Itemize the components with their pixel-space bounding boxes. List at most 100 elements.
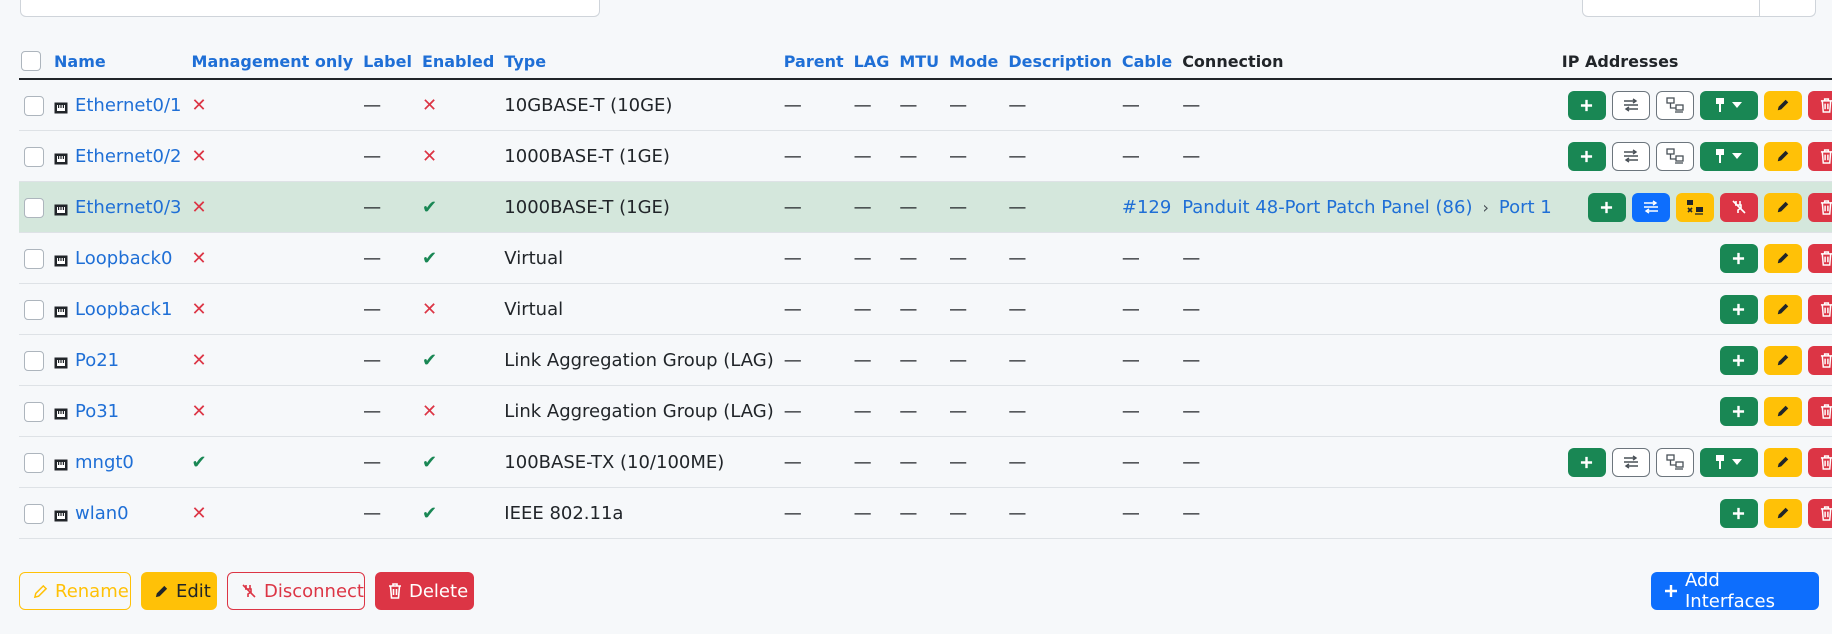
interface-name-link[interactable]: Po31: [75, 401, 119, 422]
edit-row-button[interactable]: [1763, 294, 1802, 324]
row-select[interactable]: [19, 130, 49, 182]
table-config-button-group[interactable]: [1582, 0, 1816, 17]
delete-row-button[interactable]: [1807, 396, 1832, 426]
add-ip-button[interactable]: [1567, 447, 1606, 477]
delete-row-button[interactable]: [1807, 294, 1832, 324]
cell-lag: —: [848, 79, 895, 131]
rename-button[interactable]: Rename: [19, 572, 131, 610]
row-select[interactable]: [19, 232, 49, 284]
interface-name-link[interactable]: Ethernet0/1: [75, 95, 182, 116]
interface-name-link[interactable]: Po21: [75, 350, 119, 371]
delete-row-button[interactable]: [1807, 192, 1832, 222]
interface-name-link[interactable]: Loopback1: [75, 299, 172, 320]
mark-not-connected-button[interactable]: [1675, 192, 1714, 222]
connect-console-button[interactable]: [1655, 141, 1694, 171]
disconnect-button[interactable]: Disconnect: [227, 572, 365, 610]
header-type[interactable]: Type: [499, 44, 779, 80]
header-cable[interactable]: Cable: [1116, 44, 1178, 80]
row-select[interactable]: [19, 436, 49, 488]
edit-row-button[interactable]: [1763, 192, 1802, 222]
row-checkbox[interactable]: [24, 350, 44, 371]
edit-row-button[interactable]: [1763, 345, 1802, 375]
row-select[interactable]: [19, 487, 49, 539]
row-checkbox[interactable]: [24, 197, 44, 218]
delete-row-button[interactable]: [1807, 243, 1832, 273]
row-select[interactable]: [19, 334, 49, 386]
trace-button[interactable]: [1611, 90, 1650, 120]
interface-name-link[interactable]: wlan0: [75, 503, 129, 524]
connection-value: —: [1182, 247, 1201, 269]
add-ip-button[interactable]: [1567, 90, 1606, 120]
header-management-only[interactable]: Management only: [186, 44, 359, 80]
header-mtu[interactable]: MTU: [894, 44, 945, 80]
cell-connection: Panduit 48-Port Patch Panel (86) › Port 1: [1177, 181, 1557, 233]
cell-cable: —: [1116, 385, 1178, 437]
row-checkbox[interactable]: [24, 248, 44, 269]
row-checkbox[interactable]: [24, 299, 44, 320]
edit-row-button[interactable]: [1763, 90, 1802, 120]
header-mode[interactable]: Mode: [944, 44, 1004, 80]
label-value: —: [363, 145, 382, 167]
add-ip-button[interactable]: [1587, 192, 1626, 222]
add-ip-button[interactable]: [1719, 243, 1758, 273]
connected-port-link[interactable]: Port 1: [1499, 197, 1552, 218]
trace-icon: [1622, 455, 1640, 469]
row-checkbox[interactable]: [24, 95, 44, 116]
delete-row-button[interactable]: [1807, 447, 1832, 477]
edit-button[interactable]: Edit: [141, 572, 217, 610]
row-checkbox[interactable]: [24, 146, 44, 167]
cable-link[interactable]: #129: [1122, 197, 1171, 218]
row-select[interactable]: [19, 181, 49, 233]
interface-name-link[interactable]: Loopback0: [75, 248, 172, 269]
search-input[interactable]: [20, 0, 600, 17]
header-parent[interactable]: Parent: [778, 44, 849, 80]
trace-button[interactable]: [1611, 447, 1650, 477]
connect-console-button[interactable]: [1655, 447, 1694, 477]
add-ip-button[interactable]: [1719, 396, 1758, 426]
header-lag[interactable]: LAG: [848, 44, 895, 80]
parent-value: —: [783, 247, 802, 269]
delete-row-button[interactable]: [1807, 345, 1832, 375]
header-enabled[interactable]: Enabled: [416, 44, 500, 80]
edit-row-button[interactable]: [1763, 141, 1802, 171]
cell-name: wlan0: [49, 487, 187, 539]
trace-button[interactable]: [1611, 141, 1650, 171]
cell-management-only: ✕: [186, 334, 359, 386]
header-name[interactable]: Name: [49, 44, 187, 80]
connect-console-button[interactable]: [1655, 90, 1694, 120]
trace-button[interactable]: [1631, 192, 1670, 222]
add-ip-button[interactable]: [1567, 141, 1606, 171]
edit-row-button[interactable]: [1763, 396, 1802, 426]
connect-cable-button[interactable]: [1699, 90, 1758, 120]
interface-name-link[interactable]: Ethernet0/3: [75, 197, 182, 218]
delete-row-button[interactable]: [1807, 498, 1832, 528]
ethernet-port-icon: [54, 201, 68, 215]
header-description[interactable]: Description: [1003, 44, 1117, 80]
delete-row-button[interactable]: [1807, 141, 1832, 171]
row-checkbox[interactable]: [24, 401, 44, 422]
edit-row-button[interactable]: [1763, 498, 1802, 528]
interface-name-link[interactable]: Ethernet0/2: [75, 146, 182, 167]
add-ip-button[interactable]: [1719, 294, 1758, 324]
row-select[interactable]: [19, 79, 49, 131]
delete-button[interactable]: Delete: [375, 572, 474, 610]
edit-row-button[interactable]: [1763, 243, 1802, 273]
add-ip-button[interactable]: [1719, 498, 1758, 528]
interface-name-link[interactable]: mngt0: [75, 452, 134, 473]
select-all-checkbox[interactable]: [21, 51, 41, 72]
connect-cable-button[interactable]: [1699, 141, 1758, 171]
add-interfaces-button[interactable]: Add Interfaces: [1651, 570, 1819, 612]
connected-device-link[interactable]: Panduit 48-Port Patch Panel (86): [1182, 197, 1472, 218]
row-select[interactable]: [19, 283, 49, 335]
edit-row-button[interactable]: [1763, 447, 1802, 477]
table-row: Loopback1 ✕ — ✕ Virtual — — — — — — —: [19, 283, 1832, 335]
header-label[interactable]: Label: [358, 44, 417, 80]
disconnect-cable-button[interactable]: [1719, 192, 1758, 222]
row-checkbox[interactable]: [24, 452, 44, 473]
connect-cable-button[interactable]: [1699, 447, 1758, 477]
header-select-all[interactable]: [19, 44, 49, 80]
add-ip-button[interactable]: [1719, 345, 1758, 375]
delete-row-button[interactable]: [1807, 90, 1832, 120]
row-select[interactable]: [19, 385, 49, 437]
row-checkbox[interactable]: [24, 503, 44, 524]
